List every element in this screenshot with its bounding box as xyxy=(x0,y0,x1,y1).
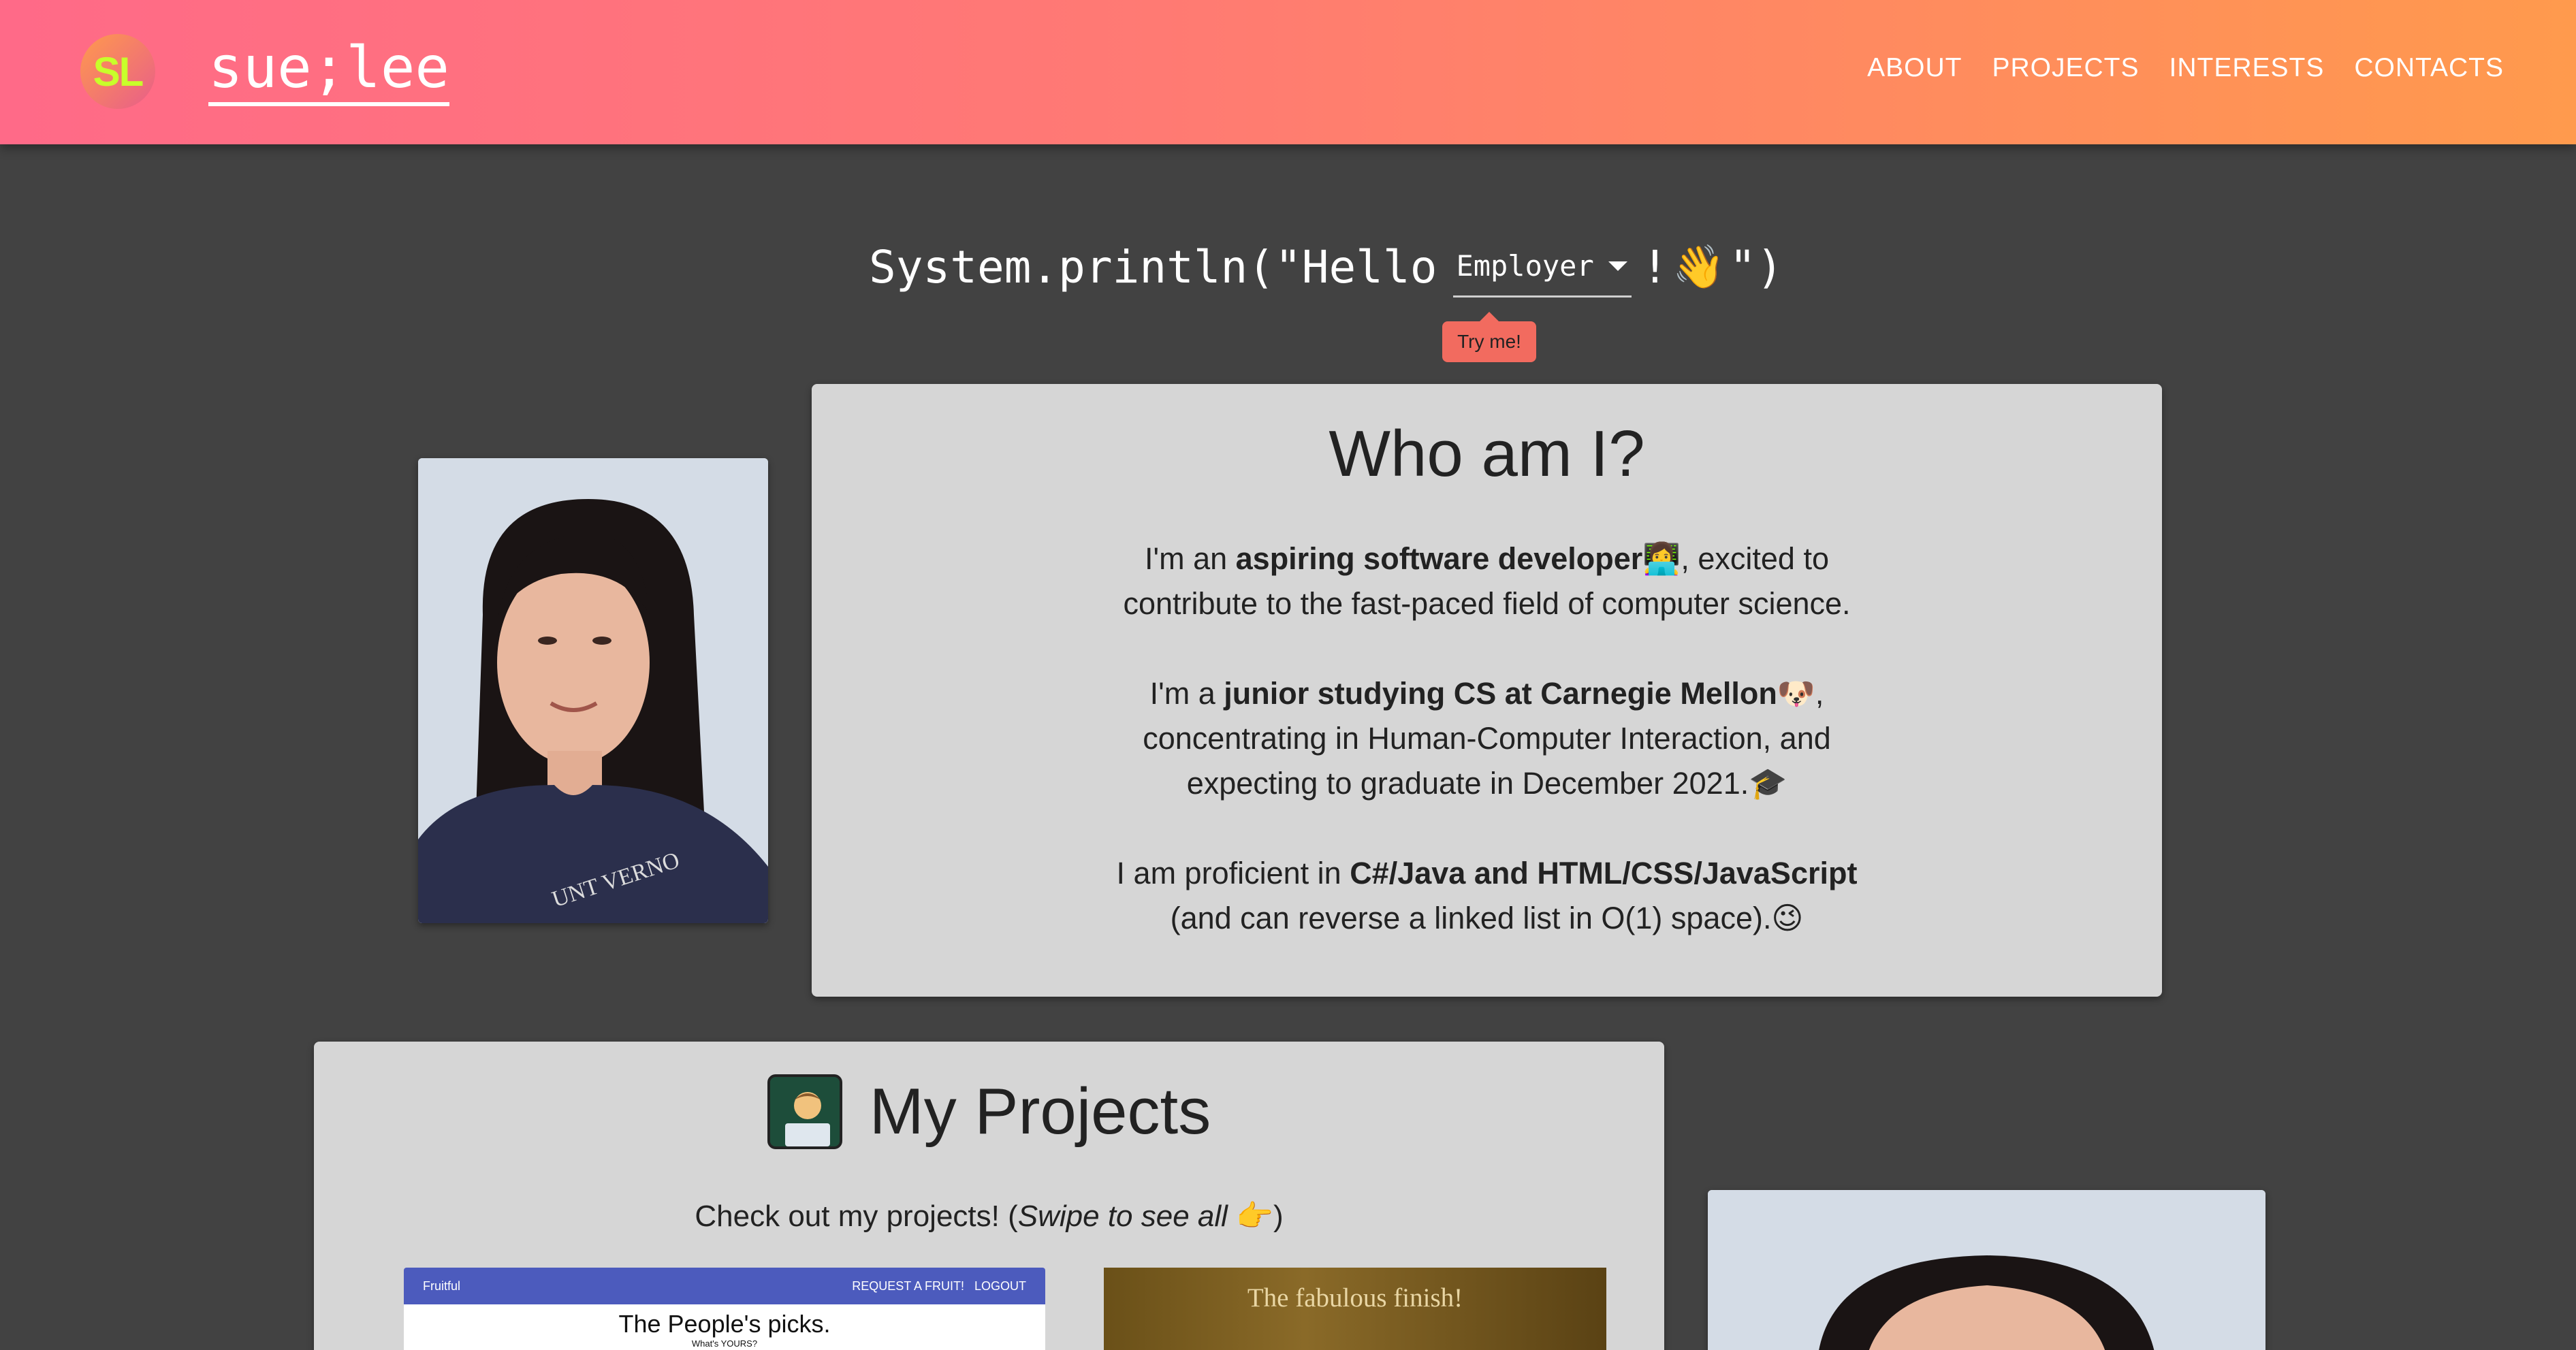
greeting-select-value: Employer xyxy=(1456,249,1594,283)
secondary-photo-illustration xyxy=(1708,1190,2265,1350)
fruitful-headline: The People's picks. xyxy=(618,1310,831,1338)
brand-link[interactable]: sue;lee xyxy=(208,34,450,106)
hello-line: System.println("Hello Employer ! 👋 ") xyxy=(869,233,1783,301)
about-p2-text-2: concentrating in Human-Computer Interact… xyxy=(1143,721,1831,756)
project-thumbnail-finish[interactable]: The fabulous finish! xyxy=(1104,1268,1606,1350)
nav-projects[interactable]: PROJECTS xyxy=(1992,53,2139,83)
about-p2-text-3: expecting to graduate in December 2021. xyxy=(1186,766,1749,801)
graduation-cap-icon: 🎓 xyxy=(1749,766,1787,801)
projects-subtitle-text: Check out my projects! ( xyxy=(695,1200,1018,1233)
portrait-photo: UNT VERNO xyxy=(418,458,768,923)
hello-suffix: ") xyxy=(1729,240,1783,293)
projects-card: My Projects Check out my projects! (Swip… xyxy=(314,1042,1664,1350)
pointing-right-icon: 👉 xyxy=(1236,1200,1273,1233)
technologist-icon xyxy=(767,1074,842,1149)
fruitful-subheadline: What's YOURS? xyxy=(691,1338,758,1349)
about-paragraph-1: I'm an aspiring software developer👩‍💻, e… xyxy=(812,536,2162,626)
waving-hand-icon: 👋 xyxy=(1672,242,1726,291)
hello-bang: ! xyxy=(1641,240,1669,293)
about-p1-text: I'm an xyxy=(1145,541,1236,576)
about-p3-text-2: (and can reverse a linked list in O(1) s… xyxy=(1170,901,1772,935)
caret-down-icon xyxy=(1608,261,1628,271)
hello-prefix: System.println("Hello xyxy=(869,240,1437,293)
projects-subtitle: Check out my projects! (Swipe to see all… xyxy=(314,1198,1664,1234)
about-title: Who am I? xyxy=(1329,417,1645,490)
about-paragraph-3: I am proficient in C#/Java and HTML/CSS/… xyxy=(812,851,2162,941)
about-p3-text: I am proficient in xyxy=(1116,856,1350,890)
top-navbar: SL sue;lee ABOUT PROJECTS INTERESTS CONT… xyxy=(0,0,2576,144)
nav-interests[interactable]: INTERESTS xyxy=(2169,53,2325,83)
about-card: Who am I? I'm an aspiring software devel… xyxy=(812,384,2162,997)
projects-heading: My Projects xyxy=(314,1074,1664,1149)
about-p2-comma: , xyxy=(1815,676,1824,711)
about-p1-bold: aspiring software developer xyxy=(1235,541,1643,576)
nav-about[interactable]: ABOUT xyxy=(1867,53,1962,83)
nav-contacts[interactable]: CONTACTS xyxy=(2354,53,2504,83)
fruitful-actions: REQUEST A FRUIT! LOGOUT xyxy=(852,1279,1026,1293)
winking-face-icon: 😉 xyxy=(1771,901,1804,935)
projects-subtitle-em: Swipe to see all xyxy=(1017,1200,1228,1233)
projects-subtitle-close: ) xyxy=(1273,1200,1284,1233)
technologist-icon: 👩‍💻 xyxy=(1642,541,1681,576)
fruitful-appbar: Fruitful REQUEST A FRUIT! LOGOUT xyxy=(404,1268,1045,1304)
about-p1-text-2: , excited to xyxy=(1681,541,1829,576)
try-me-tooltip: Try me! xyxy=(1442,312,1536,362)
project-thumbnail-fruitful[interactable]: Fruitful REQUEST A FRUIT! LOGOUT The Peo… xyxy=(404,1268,1045,1350)
greeting-select[interactable]: Employer xyxy=(1453,236,1632,298)
projects-title: My Projects xyxy=(869,1075,1211,1148)
main-nav: ABOUT PROJECTS INTERESTS CONTACTS xyxy=(1867,53,2504,83)
fruitful-action-logout: LOGOUT xyxy=(974,1279,1026,1293)
secondary-photo xyxy=(1708,1190,2265,1350)
about-p1-text-3: contribute to the fast-paced field of co… xyxy=(1123,586,1851,621)
fruitful-action-request: REQUEST A FRUIT! xyxy=(852,1279,964,1293)
fruitful-app-name: Fruitful xyxy=(423,1279,461,1293)
about-paragraph-2: I'm a junior studying CS at Carnegie Mel… xyxy=(812,671,2162,806)
portrait-illustration: UNT VERNO xyxy=(418,458,768,923)
about-p3-bold: C#/Java and HTML/CSS/JavaScript xyxy=(1350,856,1858,890)
about-p2-bold: junior studying CS at Carnegie Mellon xyxy=(1224,676,1777,711)
dog-icon: 🐶 xyxy=(1777,676,1815,711)
logo-badge[interactable]: SL xyxy=(80,34,155,109)
about-p2-text: I'm a xyxy=(1149,676,1224,711)
